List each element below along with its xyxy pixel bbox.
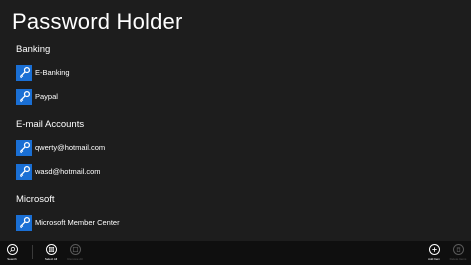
list-item[interactable]: Microsoft Member Center: [16, 212, 456, 233]
search-label: Search: [7, 257, 17, 261]
group-header: Microsoft: [16, 194, 55, 205]
group-microsoft: Microsoft Microsoft Member Center: [16, 194, 456, 233]
list-item[interactable]: Paypal: [16, 86, 456, 107]
add-item-button[interactable]: Add Item: [422, 244, 446, 261]
search-button[interactable]: Search: [0, 244, 24, 261]
group-header: Banking: [16, 44, 51, 55]
item-label: Paypal: [35, 92, 58, 101]
select-all-button[interactable]: Select All: [39, 244, 63, 261]
item-label: wasd@hotmail.com: [35, 167, 101, 176]
app-window: Password Holder Banking E-Banking Paypal…: [0, 0, 471, 265]
select-all-icon: [45, 244, 57, 255]
select-all-label: Select All: [44, 257, 58, 261]
remove-all-label: Remove All: [67, 257, 83, 261]
trash-icon: [452, 244, 464, 255]
add-item-label: Add Item: [427, 257, 440, 261]
item-label: E-Banking: [35, 68, 70, 77]
group-email-accounts: E-mail Accounts qwerty@hotmail.com wasd@…: [16, 119, 456, 182]
key-icon: [16, 88, 32, 105]
delete-label: Delete Items: [449, 257, 467, 261]
app-bar: Search Select All Remove All Add Item De…: [0, 241, 471, 265]
list-item[interactable]: wasd@hotmail.com: [16, 161, 456, 182]
group-banking: Banking E-Banking Paypal: [16, 44, 456, 107]
key-icon: [16, 214, 32, 231]
item-label: qwerty@hotmail.com: [35, 143, 106, 152]
plus-icon: [428, 244, 440, 255]
delete-button[interactable]: Delete Items: [446, 244, 470, 261]
search-icon: [6, 244, 18, 255]
group-header: E-mail Accounts: [16, 119, 85, 130]
page-title: Password Holder: [12, 9, 183, 34]
list-item[interactable]: qwerty@hotmail.com: [16, 137, 456, 158]
key-icon: [16, 139, 32, 156]
remove-all-button[interactable]: Remove All: [63, 244, 87, 261]
item-label: Microsoft Member Center: [35, 218, 120, 227]
appbar-divider: [32, 245, 33, 259]
password-list: Banking E-Banking Paypal E-mail Accounts: [16, 44, 456, 233]
list-item[interactable]: E-Banking: [16, 62, 456, 83]
key-icon: [16, 64, 32, 81]
clear-selection-icon: [69, 244, 81, 255]
key-icon: [16, 163, 32, 180]
